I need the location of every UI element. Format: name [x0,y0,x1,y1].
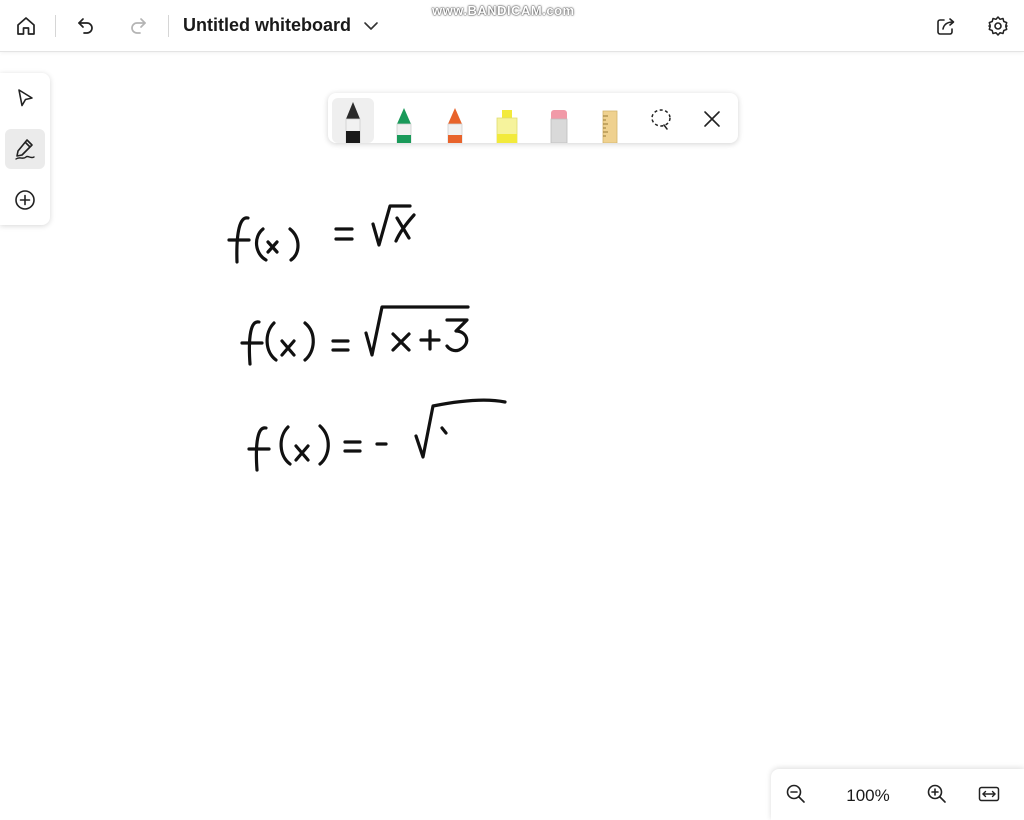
separator [55,15,56,37]
ink-stroke-line-3 [247,398,507,472]
eraser-tool[interactable] [538,93,580,143]
undo-button[interactable] [68,8,104,44]
share-button[interactable] [928,8,964,44]
ruler-icon [602,110,618,143]
inking-tool-button[interactable] [5,129,45,169]
home-button[interactable] [8,8,44,44]
select-tool-button[interactable] [5,78,45,118]
ink-stroke-line-1 [227,204,416,264]
share-icon [937,18,955,35]
zoom-level[interactable]: 100% [843,786,893,806]
recording-watermark: www.BANDICAM.com [432,3,575,18]
eraser-icon [550,110,568,143]
select-pointer-icon [18,89,33,107]
green-pen-tool[interactable] [383,93,425,143]
close-icon [704,111,720,127]
home-icon [17,17,35,35]
separator [168,15,169,37]
add-circle-icon [15,190,35,210]
whiteboard-title[interactable]: Untitled whiteboard [183,15,351,36]
fit-to-screen-icon [978,786,1000,802]
zoom-out-icon [786,784,805,803]
zoom-controls: 100% [771,769,1024,820]
ruler-tool[interactable] [589,93,631,143]
left-toolbar [0,73,50,225]
add-button[interactable] [5,180,45,220]
close-tray-button[interactable] [697,104,727,134]
fit-to-screen-button[interactable] [972,777,1006,811]
black-pen-tool[interactable] [332,98,374,143]
ink-stroke-line-2 [240,305,470,366]
pen-tray [328,93,738,143]
orange-pen-tool[interactable] [434,93,476,143]
gear-icon [988,16,1008,36]
redo-icon [131,18,146,34]
chevron-down-icon [364,22,378,30]
lasso-select-button[interactable] [646,104,676,134]
pen-icon [396,108,412,143]
pen-icon [447,108,463,143]
top-bar: Untitled whiteboard www.BANDICAM.com [0,0,1024,52]
yellow-highlighter-tool[interactable] [486,93,528,143]
lasso-select-icon [651,109,671,130]
settings-button[interactable] [980,8,1016,44]
inking-pen-icon [15,139,35,160]
highlighter-icon [496,110,518,143]
undo-icon [78,18,93,34]
zoom-out-button[interactable] [779,777,813,811]
zoom-in-button[interactable] [920,777,954,811]
zoom-in-icon [927,784,946,803]
redo-button[interactable] [120,8,156,44]
pen-icon [345,102,361,143]
title-dropdown-button[interactable] [353,8,389,44]
